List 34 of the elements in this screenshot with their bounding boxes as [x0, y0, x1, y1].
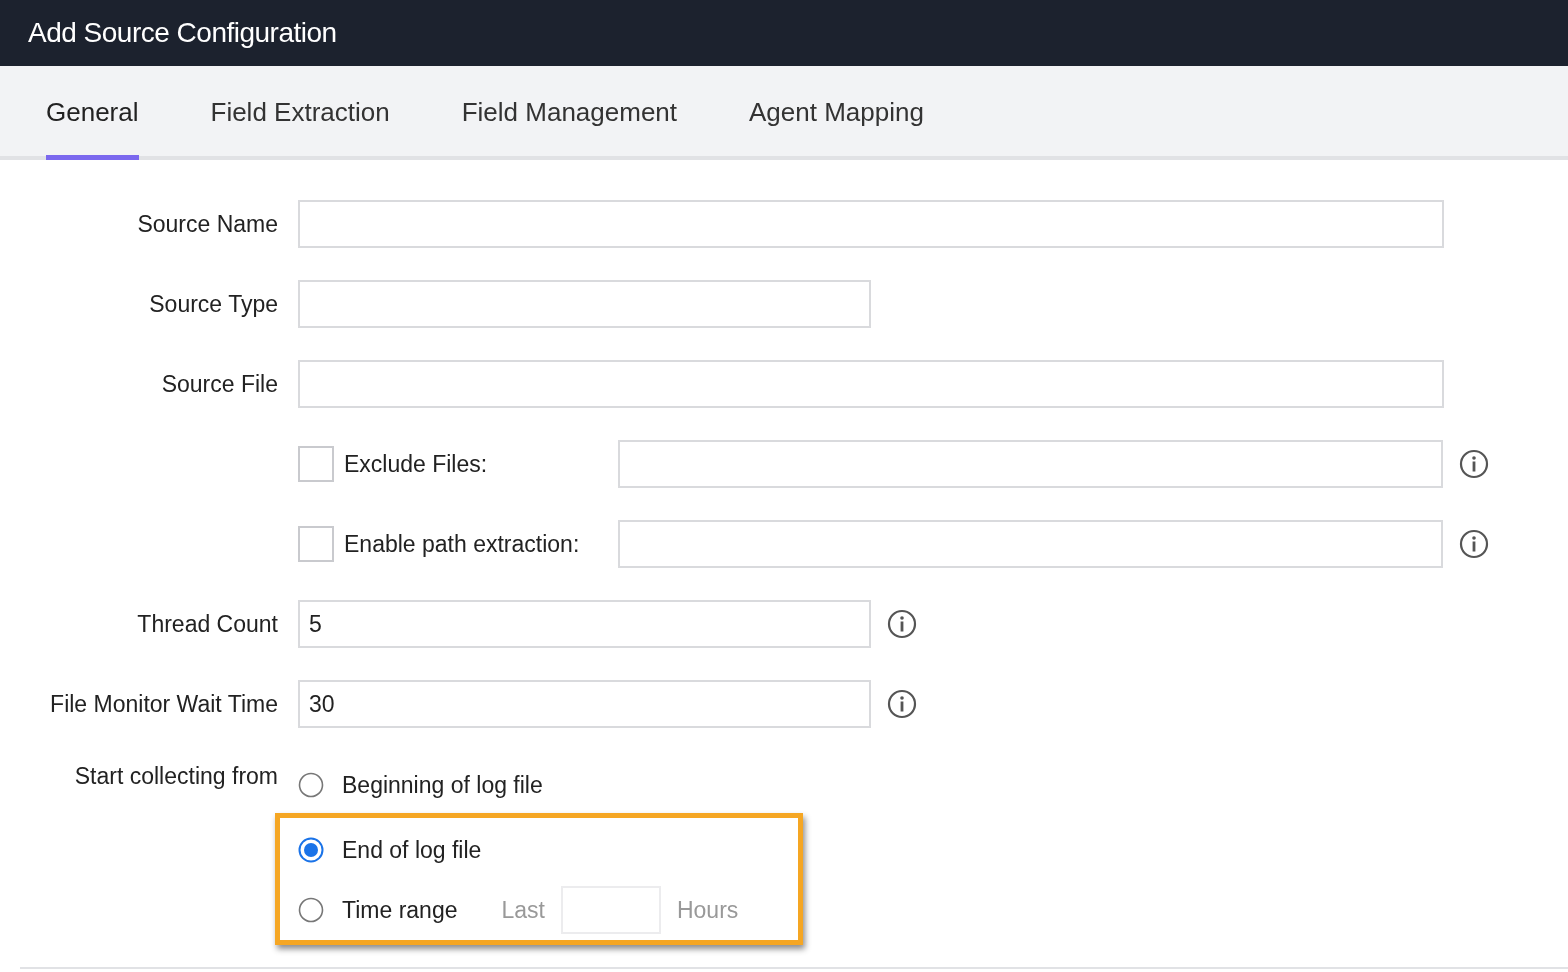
checkbox-label: Exclude Files:	[344, 450, 489, 478]
checkbox[interactable]	[298, 526, 334, 562]
tab[interactable]: General	[46, 66, 139, 160]
info-icon[interactable]	[1459, 449, 1489, 479]
info-icon[interactable]	[887, 609, 917, 639]
text-field[interactable]	[618, 440, 1443, 488]
radio-button[interactable]	[298, 772, 324, 798]
radio-label: Beginning of log file	[342, 771, 543, 799]
checkbox[interactable]	[298, 446, 334, 482]
tab[interactable]: Field Management	[461, 66, 678, 160]
radio-label: Time range	[342, 896, 458, 924]
info-icon[interactable]	[1459, 529, 1489, 559]
window-title: Add Source Configuration	[28, 17, 337, 49]
radio-button[interactable]	[298, 837, 324, 863]
text-field[interactable]: 5	[298, 600, 871, 648]
field-label: Thread Count	[136, 610, 278, 638]
checkbox-label: Enable path extraction:	[344, 530, 581, 558]
text-field[interactable]	[298, 360, 1444, 408]
field-label: Source File	[160, 370, 278, 398]
field-label: Start collecting from	[73, 762, 278, 791]
radio-label: End of log file	[342, 836, 482, 864]
tab[interactable]: Field Extraction	[210, 66, 390, 160]
hours-label: Hours	[676, 896, 739, 924]
info-icon[interactable]	[887, 689, 917, 719]
last-label: Last	[501, 896, 545, 924]
text-field[interactable]	[618, 520, 1443, 568]
text-field[interactable]: 30	[298, 680, 871, 728]
tab[interactable]: Agent Mapping	[749, 66, 924, 160]
field-label: File Monitor Wait Time	[49, 690, 278, 718]
text-field[interactable]	[298, 280, 871, 328]
field-label: Source Type	[148, 290, 278, 318]
radio-button[interactable]	[298, 897, 324, 923]
text-field[interactable]	[298, 200, 1444, 248]
field-label: Source Name	[136, 210, 278, 238]
